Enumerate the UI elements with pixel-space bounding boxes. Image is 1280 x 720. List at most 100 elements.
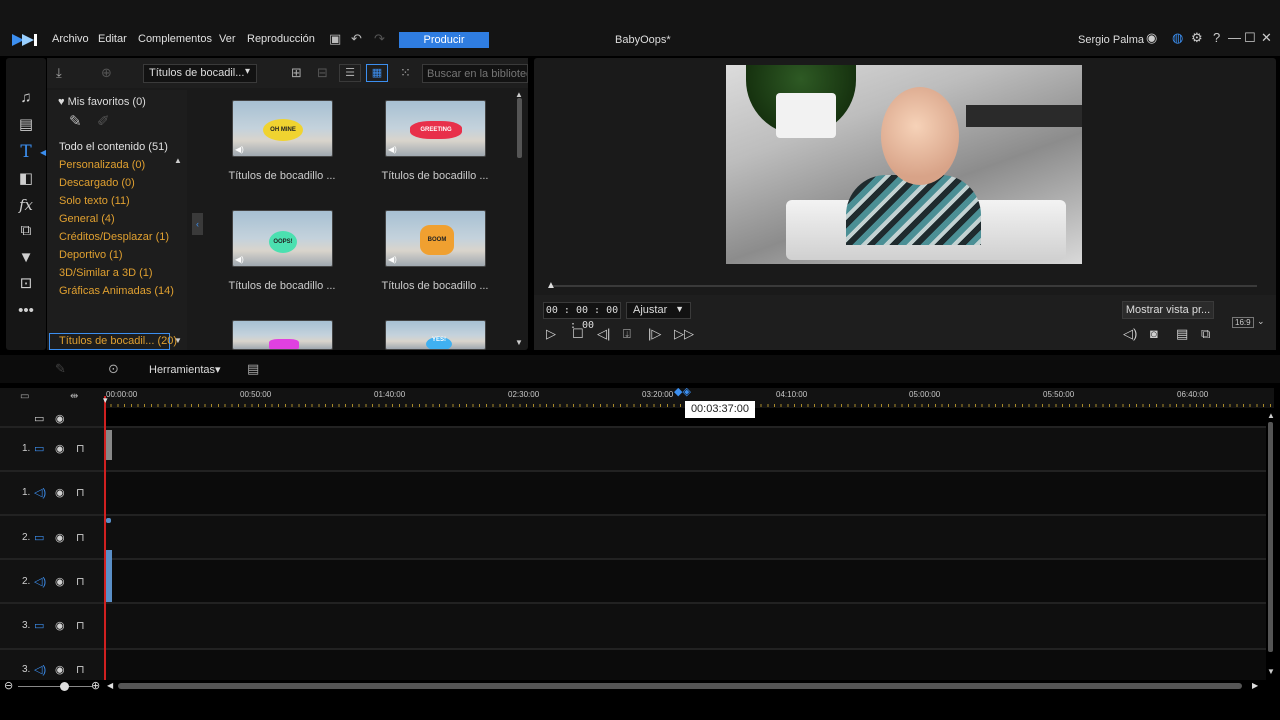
menu-editar[interactable]: Editar — [98, 33, 127, 45]
category-downloaded[interactable]: Descargado (0) — [59, 177, 135, 189]
title-template-thumbnail[interactable] — [232, 320, 333, 350]
settings-gear-icon[interactable]: ⚙ — [1191, 30, 1203, 46]
aspect-ratio-button[interactable]: 16:9 — [1232, 317, 1254, 328]
clip-marker[interactable] — [106, 518, 111, 523]
video-track-1[interactable] — [104, 428, 1266, 470]
user-name[interactable]: Sergio Palma — [1078, 34, 1144, 46]
zoom-slider-track[interactable] — [18, 686, 92, 687]
master-track-icon[interactable]: ▭ — [34, 412, 44, 425]
zoom-out-icon[interactable]: ⊖ — [4, 679, 13, 692]
timeline-playhead[interactable] — [104, 396, 106, 680]
download-icon[interactable]: ⊕ — [101, 65, 112, 81]
category-text-only[interactable]: Solo texto (11) — [59, 195, 130, 207]
timeline-scroll-up-icon[interactable]: ▲ — [1267, 411, 1275, 420]
chapter-list-icon[interactable]: ▤ — [247, 361, 259, 377]
volume-icon[interactable]: ◁) — [1123, 326, 1137, 342]
title-template-thumbnail[interactable]: OH MINE ◀) — [232, 100, 333, 157]
new-title-icon[interactable]: ⊞ — [291, 65, 302, 81]
category-credits-scroll[interactable]: Créditos/Desplazar (1) — [59, 231, 169, 243]
track-visibility-eye-icon[interactable]: ◉ — [55, 575, 65, 588]
track-visibility-eye-icon[interactable]: ◉ — [55, 442, 65, 455]
timeline-horizontal-scroll-thumb[interactable] — [118, 683, 1242, 689]
library-scroll-down-icon[interactable]: ▼ — [515, 338, 523, 347]
timeline-scroll-down-icon[interactable]: ▼ — [1267, 667, 1275, 676]
zoom-in-icon[interactable]: ⊕ — [91, 679, 100, 692]
remove-tag-icon[interactable]: ✐ — [97, 112, 110, 130]
preview-seek-bar[interactable] — [552, 285, 1257, 287]
timeline-view-icon[interactable]: ▭ — [20, 391, 29, 402]
video-track-2[interactable] — [104, 516, 1266, 558]
timecode-display[interactable]: 00 : 00 : 00 : 00 — [543, 302, 621, 331]
play-icon[interactable]: ▷ — [546, 326, 556, 342]
timeline-vertical-scroll-thumb[interactable] — [1268, 422, 1273, 652]
list-view-button[interactable]: ☰ — [339, 64, 361, 82]
track-lock-icon[interactable]: ⊓ — [76, 663, 85, 676]
track-visibility-eye-icon[interactable]: ◉ — [55, 531, 65, 544]
menu-complementos[interactable]: Complementos — [138, 33, 212, 45]
more-rooms-icon[interactable]: ••• — [12, 299, 40, 323]
user-account-icon[interactable]: ◉ — [1146, 30, 1157, 46]
track-lock-icon[interactable]: ⊓ — [76, 575, 85, 588]
undo-icon[interactable]: ↶ — [351, 31, 362, 47]
collapse-panel-button[interactable]: ‹ — [192, 213, 203, 235]
category-all-content[interactable]: Todo el contenido (51) — [59, 141, 168, 153]
title-template-thumbnail[interactable]: BOOM ◀) — [385, 210, 486, 267]
grid-view-button[interactable]: ▦ — [366, 64, 388, 82]
master-eye-icon[interactable]: ◉ — [55, 412, 65, 425]
next-frame-icon[interactable]: |▷ — [648, 326, 661, 342]
track-lock-icon[interactable]: ⊓ — [76, 531, 85, 544]
title-room-icon[interactable]: T — [12, 140, 40, 164]
menu-reproduccion[interactable]: Reproducción — [247, 33, 315, 45]
split-icon[interactable]: ⍗ — [623, 326, 631, 342]
notification-icon[interactable]: ◍ — [1172, 30, 1183, 46]
fix-enhance-icon[interactable]: ⊙ — [108, 361, 119, 377]
audio-track-1[interactable] — [104, 472, 1266, 514]
display-quality-icon[interactable]: ▤ — [1176, 326, 1188, 342]
minimize-icon[interactable]: — — [1228, 30, 1241, 45]
aspect-ratio-chevron-icon[interactable]: ⌄ — [1257, 316, 1265, 327]
transition-room-icon[interactable]: ◧ — [12, 167, 40, 191]
particle-room-icon[interactable]: ▼ — [12, 246, 40, 270]
track-visibility-eye-icon[interactable]: ◉ — [55, 486, 65, 499]
import-media-icon[interactable]: ⤓ — [56, 65, 62, 81]
track-lock-icon[interactable]: ⊓ — [76, 486, 85, 499]
tools-dropdown[interactable]: Herramientas▾ — [149, 363, 221, 376]
title-template-thumbnail[interactable]: YES! — [385, 320, 486, 350]
hscroll-right-icon[interactable]: ▶ — [1252, 681, 1258, 690]
save-icon[interactable]: ▣ — [329, 31, 341, 47]
scrub-cursor-icon[interactable]: ◆◈ — [674, 385, 700, 398]
show-preview-button[interactable]: Mostrar vista pr... — [1122, 301, 1214, 319]
zoom-slider-knob[interactable] — [60, 682, 69, 691]
edit-pen-icon[interactable]: ✎ — [55, 361, 66, 377]
video-clip[interactable] — [106, 430, 112, 460]
category-3d[interactable]: 3D/Similar a 3D (1) — [59, 267, 153, 279]
category-sports[interactable]: Deportivo (1) — [59, 249, 123, 261]
add-tag-icon[interactable]: ✎ — [69, 112, 82, 130]
audio-clip[interactable] — [106, 550, 112, 602]
track-visibility-eye-icon[interactable]: ◉ — [55, 663, 65, 676]
hscroll-left-icon[interactable]: ◀ — [107, 681, 113, 690]
maximize-icon[interactable]: ☐ — [1244, 30, 1256, 46]
track-visibility-eye-icon[interactable]: ◉ — [55, 619, 65, 632]
audio-track-3[interactable] — [104, 650, 1266, 680]
video-track-3[interactable] — [104, 604, 1266, 648]
produce-button[interactable]: Producir — [399, 32, 489, 48]
help-icon[interactable]: ? — [1213, 30, 1220, 45]
playhead-handle-icon[interactable]: ▾ — [103, 395, 108, 406]
category-scroll-down-icon[interactable]: ▼ — [174, 336, 182, 345]
undock-preview-icon[interactable]: ⧉ — [1201, 326, 1210, 342]
stop-icon[interactable]: ☐ — [572, 326, 584, 342]
fast-forward-icon[interactable]: ▷▷ — [674, 326, 694, 342]
subtitle-room-icon[interactable]: ⊡ — [12, 272, 40, 296]
snapshot-camera-icon[interactable]: ◙ — [1150, 326, 1158, 341]
zoom-fit-dropdown[interactable]: Ajustar ▼ — [626, 302, 691, 319]
fit-timeline-icon[interactable]: ⇹ — [70, 391, 78, 402]
seek-handle-icon[interactable]: ▲ — [546, 280, 556, 291]
track-lock-icon[interactable]: ⊓ — [76, 442, 85, 455]
menu-ver[interactable]: Ver — [219, 33, 236, 45]
favorites-row[interactable]: ♥ Mis favoritos (0) — [58, 96, 146, 108]
pip-room-icon[interactable]: ⧉ — [12, 219, 40, 243]
effect-room-icon[interactable]: ▤ — [12, 113, 40, 137]
modify-title-icon[interactable]: ⊟ — [317, 65, 328, 81]
category-speech-bubble-titles[interactable]: Títulos de bocadil... (20) — [59, 335, 177, 347]
